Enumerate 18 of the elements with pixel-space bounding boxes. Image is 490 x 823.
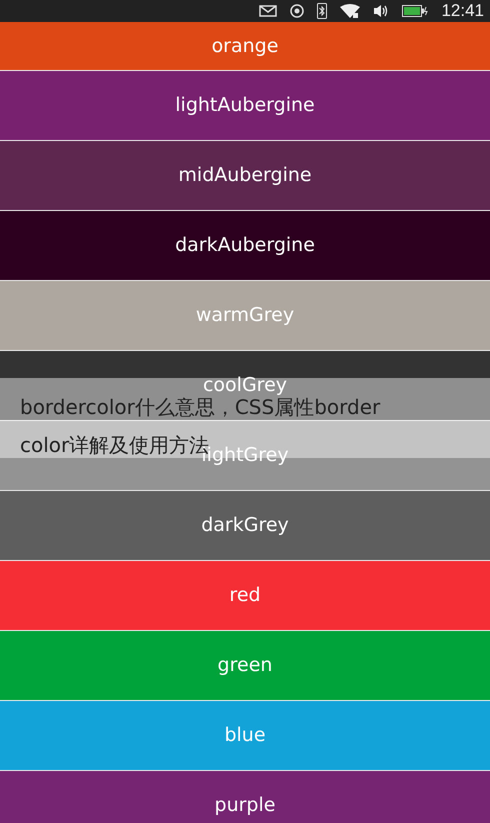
color-row[interactable]: red	[0, 561, 490, 631]
color-row[interactable]: orange	[0, 22, 490, 71]
volume-icon	[373, 4, 390, 18]
bluetooth-icon	[317, 3, 328, 19]
color-row[interactable]: midAubergine	[0, 141, 490, 211]
clock-time: 12:41	[441, 1, 484, 21]
color-row[interactable]: lightAubergine	[0, 71, 490, 141]
color-row[interactable]: warmGrey	[0, 281, 490, 351]
color-row[interactable]: purple	[0, 771, 490, 823]
color-row[interactable]: green	[0, 631, 490, 701]
color-row[interactable]: darkGrey	[0, 491, 490, 561]
battery-icon	[402, 5, 428, 17]
caption-text: bordercolor什么意思，CSS属性border	[20, 396, 380, 418]
wifi-icon	[340, 4, 360, 18]
color-row[interactable]: blue	[0, 701, 490, 771]
color-row[interactable]: darkAubergine	[0, 211, 490, 281]
target-icon	[290, 4, 304, 18]
mail-icon	[259, 5, 278, 17]
